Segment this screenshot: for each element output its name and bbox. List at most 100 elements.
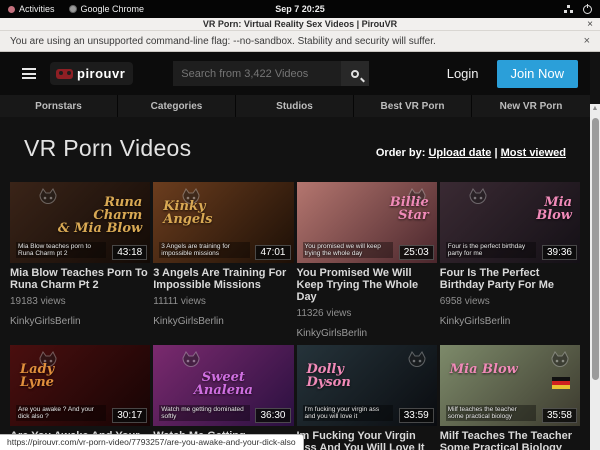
search-input[interactable]: [173, 61, 341, 86]
thumb-overlay-name: Sweet Analena: [153, 371, 293, 397]
site-header: pirouvr Login Join Now: [0, 52, 590, 95]
video-thumbnail[interactable]: Sweet Analena Watch me getting dominated…: [153, 345, 293, 426]
vr-goggles-icon: [56, 69, 73, 79]
nav-item-new-vr[interactable]: New VR Porn: [472, 95, 590, 117]
order-upload-date-link[interactable]: Upload date: [428, 147, 491, 159]
duration-badge: 47:01: [255, 245, 290, 260]
thumb-caption: You promised we will keep trying the who…: [303, 242, 393, 258]
chrome-icon: [69, 5, 77, 13]
thumb-overlay-name: Billie Star: [390, 196, 429, 222]
video-views: 19183 views: [10, 296, 150, 307]
video-title[interactable]: Im Fucking Your Virgin Ass And You Will …: [297, 430, 437, 450]
thumb-caption: Four is the perfect birthday party for m…: [446, 242, 536, 258]
logo-text: pirouvr: [77, 66, 125, 81]
order-separator: |: [491, 147, 500, 159]
search-button[interactable]: [341, 61, 369, 86]
video-thumbnail[interactable]: Mia Blow Milf teaches the teacher some p…: [440, 345, 580, 426]
thumb-overlay-name: Lady Lyne: [20, 363, 54, 389]
login-link[interactable]: Login: [447, 66, 479, 81]
nav-item-best-vr[interactable]: Best VR Porn: [354, 95, 472, 117]
order-most-viewed-link[interactable]: Most viewed: [501, 147, 566, 159]
thumb-overlay-name: Runa Charm & Mia Blow: [58, 196, 142, 235]
thumb-caption: Mia Blow teaches porn to Runa Charm pt 2: [16, 242, 106, 258]
video-thumbnail[interactable]: Dolly Dyson I'm fucking your virgin ass …: [297, 345, 437, 426]
video-grid: Runa Charm & Mia Blow Mia Blow teaches p…: [0, 162, 590, 450]
duration-badge: 25:03: [399, 245, 434, 260]
duration-badge: 33:59: [399, 408, 434, 423]
order-by: Order by: Upload date | Most viewed: [376, 147, 566, 159]
order-by-label: Order by:: [376, 147, 426, 159]
video-thumbnail[interactable]: Lady Lyne Are you awake ? And your dick …: [10, 345, 150, 426]
nav-item-studios[interactable]: Studios: [236, 95, 354, 117]
video-title[interactable]: Four Is The Perfect Birthday Party For M…: [440, 267, 580, 291]
video-studio-link[interactable]: KinkyGirlsBerlin: [10, 316, 150, 327]
site-logo[interactable]: pirouvr: [50, 62, 133, 85]
thumb-overlay-name: Kinky Angels: [163, 200, 212, 226]
activities-button[interactable]: Activities: [8, 4, 55, 14]
network-icon[interactable]: [564, 5, 573, 13]
window-close-icon[interactable]: ×: [587, 19, 593, 30]
video-title[interactable]: 3 Angels Are Training For Impossible Mis…: [153, 267, 293, 291]
video-title[interactable]: You Promised We Will Keep Trying The Who…: [297, 267, 437, 303]
infobar-message: You are using an unsupported command-lin…: [10, 36, 436, 47]
video-title[interactable]: Mia Blow Teaches Porn To Runa Charm Pt 2: [10, 267, 150, 291]
scrollbar-thumb[interactable]: [592, 118, 599, 380]
video-card[interactable]: Runa Charm & Mia Blow Mia Blow teaches p…: [10, 182, 150, 339]
duration-badge: 39:36: [542, 245, 577, 260]
status-url-bubble: https://pirouvr.com/vr-porn-video/779325…: [0, 434, 304, 450]
activities-icon: [8, 6, 15, 13]
scrollbar-up-icon[interactable]: ▲: [590, 104, 600, 114]
join-now-button[interactable]: Join Now: [497, 60, 578, 88]
chrome-infobar: You are using an unsupported command-lin…: [0, 31, 600, 52]
thumb-overlay-name: Mia Blow: [536, 196, 572, 222]
studio-watermark-icon: [405, 349, 429, 373]
duration-badge: 43:18: [112, 245, 147, 260]
video-title[interactable]: Milf Teaches The Teacher Some Practical …: [440, 430, 580, 450]
thumb-overlay-name: Mia Blow: [450, 363, 518, 376]
video-card[interactable]: Billie Star You promised we will keep tr…: [297, 182, 437, 339]
thumb-caption: Are you awake ? And your dick also ?: [16, 405, 106, 421]
studio-watermark-icon: [179, 349, 203, 373]
video-studio-link[interactable]: KinkyGirlsBerlin: [153, 316, 293, 327]
video-card[interactable]: Dolly Dyson I'm fucking your virgin ass …: [297, 345, 437, 450]
video-thumbnail[interactable]: Runa Charm & Mia Blow Mia Blow teaches p…: [10, 182, 150, 263]
thumb-caption: I'm fucking your virgin ass and you will…: [303, 405, 393, 421]
video-thumbnail[interactable]: Mia Blow Four is the perfect birthday pa…: [440, 182, 580, 263]
activities-label: Activities: [19, 4, 55, 14]
video-studio-link[interactable]: KinkyGirlsBerlin: [297, 328, 437, 339]
power-icon[interactable]: [583, 5, 592, 14]
video-card[interactable]: Mia Blow Milf teaches the teacher some p…: [440, 345, 580, 450]
studio-watermark-icon: [548, 349, 572, 373]
video-card[interactable]: Mia Blow Four is the perfect birthday pa…: [440, 182, 580, 339]
studio-watermark-icon: [466, 186, 490, 210]
video-thumbnail[interactable]: Kinky Angels 3 Angels are training for i…: [153, 182, 293, 263]
german-flag-icon: [552, 377, 570, 389]
video-thumbnail[interactable]: Billie Star You promised we will keep tr…: [297, 182, 437, 263]
hamburger-menu-icon[interactable]: [22, 68, 36, 79]
video-views: 11326 views: [297, 308, 437, 319]
thumb-overlay-name: Dolly Dyson: [307, 363, 351, 389]
video-studio-link[interactable]: KinkyGirlsBerlin: [440, 316, 580, 327]
app-menu-label: Google Chrome: [81, 4, 145, 14]
page-scrollbar[interactable]: ▲ ▼: [590, 104, 600, 450]
nav-item-pornstars[interactable]: Pornstars: [0, 95, 118, 117]
system-top-bar: Activities Google Chrome Sep 7 20:25: [0, 0, 600, 18]
studio-watermark-icon: [36, 186, 60, 210]
window-titlebar: VR Porn: Virtual Reality Sex Videos | Pi…: [0, 18, 600, 31]
thumb-caption: Milf teaches the teacher some practical …: [446, 405, 536, 421]
duration-badge: 35:58: [542, 408, 577, 423]
app-menu-button[interactable]: Google Chrome: [69, 4, 145, 14]
page-title: VR Porn Videos: [24, 135, 191, 162]
video-card[interactable]: Kinky Angels 3 Angels are training for i…: [153, 182, 293, 339]
infobar-close-icon[interactable]: ×: [584, 35, 590, 47]
thumb-caption: Watch me getting dominated softly: [159, 405, 249, 421]
main-nav: Pornstars Categories Studios Best VR Por…: [0, 95, 590, 117]
nav-item-categories[interactable]: Categories: [118, 95, 236, 117]
browser-viewport: pirouvr Login Join Now Pornstars Categor…: [0, 52, 600, 450]
video-views: 11111 views: [153, 296, 293, 307]
video-views: 6958 views: [440, 296, 580, 307]
duration-badge: 36:30: [255, 408, 290, 423]
search-icon: [351, 70, 359, 78]
thumb-caption: 3 Angels are training for impossible mis…: [159, 242, 249, 258]
duration-badge: 30:17: [112, 408, 147, 423]
